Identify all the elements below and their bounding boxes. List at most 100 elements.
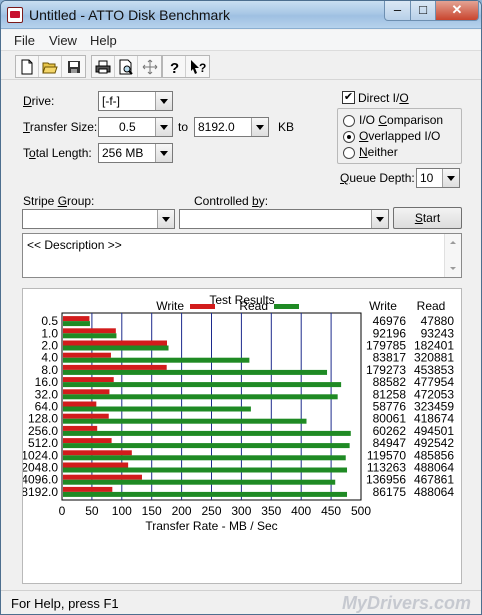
results-chart: Test ResultsWrite Read Write Read0 50 100 150 2… (21, 293, 454, 533)
file-toolbar-group (15, 55, 86, 78)
transfer-to-select[interactable]: 8192.0 (194, 117, 269, 137)
description-box[interactable]: << Description >> (22, 233, 462, 278)
context-help-icon[interactable]: ? (186, 56, 209, 77)
toolbar: ? ? (1, 52, 481, 80)
chevron-down-icon[interactable] (157, 210, 174, 228)
save-icon[interactable] (62, 56, 85, 77)
status-bar: For Help, press F1 MyDrivers.com (1, 590, 481, 614)
watermark: MyDrivers.com (341, 593, 471, 613)
neither-radio[interactable] (343, 147, 355, 159)
write-bar (63, 401, 97, 407)
drive-select[interactable]: [-f-] (98, 91, 173, 111)
write-bar (63, 316, 90, 322)
read-bar (63, 491, 348, 497)
io-comparison-radio[interactable] (343, 115, 355, 127)
drive-label: Drive: (23, 94, 55, 108)
transfer-unit-label: KB (278, 120, 295, 134)
read-bar (63, 467, 348, 473)
overlapped-io-radio[interactable] (343, 131, 355, 143)
write-bar (63, 438, 112, 444)
category-label: 8192.0 (23, 485, 58, 499)
read-bar (63, 333, 117, 339)
controlled-by-select[interactable] (179, 209, 389, 229)
queue-depth-label: Queue Depth: (340, 171, 415, 185)
read-bar (63, 321, 90, 327)
move-icon[interactable] (138, 56, 161, 77)
transfer-to-value: 8192.0 (198, 120, 235, 134)
chevron-down-icon[interactable] (155, 118, 172, 136)
close-button[interactable]: ✕ (435, 1, 479, 21)
print-icon[interactable] (92, 56, 115, 77)
chevron-down-icon[interactable] (442, 169, 459, 187)
transfer-from-select[interactable]: 0.5 (98, 117, 173, 137)
queue-depth-select[interactable]: 10 (416, 168, 460, 188)
minimize-button[interactable]: – (384, 1, 411, 21)
write-legend-label: Write (156, 299, 184, 313)
stripe-group-label: Stripe Group: (23, 194, 95, 208)
menu-help[interactable]: Help (90, 33, 117, 48)
read-bar (63, 479, 336, 485)
help-toolbar-group: ? ? (162, 55, 210, 78)
write-bar (63, 486, 113, 492)
stripe-group-select[interactable] (22, 209, 175, 229)
io-comparison-label: I/O Comparison (359, 113, 444, 127)
transfer-size-label: Transfer Size: (23, 120, 98, 134)
write-column-header: Write (369, 299, 397, 313)
atto-app-icon (7, 7, 23, 23)
total-length-select[interactable]: 256 MB (98, 143, 173, 163)
transfer-from-value: 0.5 (119, 120, 136, 134)
x-tick-label: 100 (112, 504, 132, 518)
read-legend-swatch (274, 304, 299, 309)
write-bar (63, 450, 132, 456)
chevron-down-icon[interactable] (155, 92, 172, 110)
read-bar (63, 345, 169, 351)
read-legend-label: Read (239, 299, 268, 313)
write-legend-swatch (190, 304, 215, 309)
print-preview-icon[interactable] (115, 56, 138, 77)
x-axis-label: Transfer Rate - MB / Sec (145, 519, 277, 533)
x-tick-label: 300 (231, 504, 251, 518)
write-bar (63, 328, 116, 334)
title-bar[interactable]: Untitled - ATTO Disk Benchmark – □ ✕ (1, 1, 481, 29)
total-length-value: 256 MB (102, 146, 144, 160)
description-text: << Description >> (27, 238, 122, 252)
read-bar (63, 382, 342, 388)
read-value: 488064 (414, 485, 454, 499)
svg-text:?: ? (199, 61, 206, 75)
read-bar (63, 369, 328, 375)
help-icon[interactable]: ? (163, 56, 186, 77)
read-column-header: Read (417, 299, 446, 313)
total-length-label: Total Length: (23, 146, 92, 160)
x-tick-label: 400 (291, 504, 311, 518)
read-bar (63, 394, 338, 400)
new-icon[interactable] (16, 56, 39, 77)
write-bar (63, 462, 129, 468)
x-tick-label: 150 (142, 504, 162, 518)
read-bar (63, 443, 350, 449)
chevron-down-icon[interactable] (371, 210, 388, 228)
io-mode-group: I/O Comparison Overlapped I/O Neither (337, 108, 462, 164)
chevron-down-icon[interactable] (155, 144, 172, 162)
x-tick-label: 250 (201, 504, 221, 518)
write-bar (63, 425, 98, 431)
transfer-to-label: to (178, 120, 189, 134)
direct-io-checkbox[interactable]: ✔ (342, 91, 355, 104)
x-tick-label: 0 (59, 504, 66, 518)
drive-value: [-f-] (102, 94, 120, 108)
write-bar (63, 377, 114, 383)
write-bar (63, 413, 109, 419)
controlled-by-label: Controlled by: (194, 194, 269, 208)
chevron-down-icon[interactable] (251, 118, 268, 136)
read-bar (63, 430, 351, 436)
menu-file[interactable]: File (14, 33, 35, 48)
write-bar (63, 352, 111, 358)
x-tick-label: 450 (321, 504, 341, 518)
menu-view[interactable]: View (49, 33, 77, 48)
direct-io-label: Direct I/O (358, 91, 409, 105)
description-scrollbar[interactable] (444, 234, 461, 277)
maximize-button[interactable]: □ (410, 1, 436, 21)
write-value: 86175 (373, 485, 407, 499)
open-icon[interactable] (39, 56, 62, 77)
start-button[interactable]: Start (393, 207, 462, 229)
read-bar (63, 418, 307, 424)
